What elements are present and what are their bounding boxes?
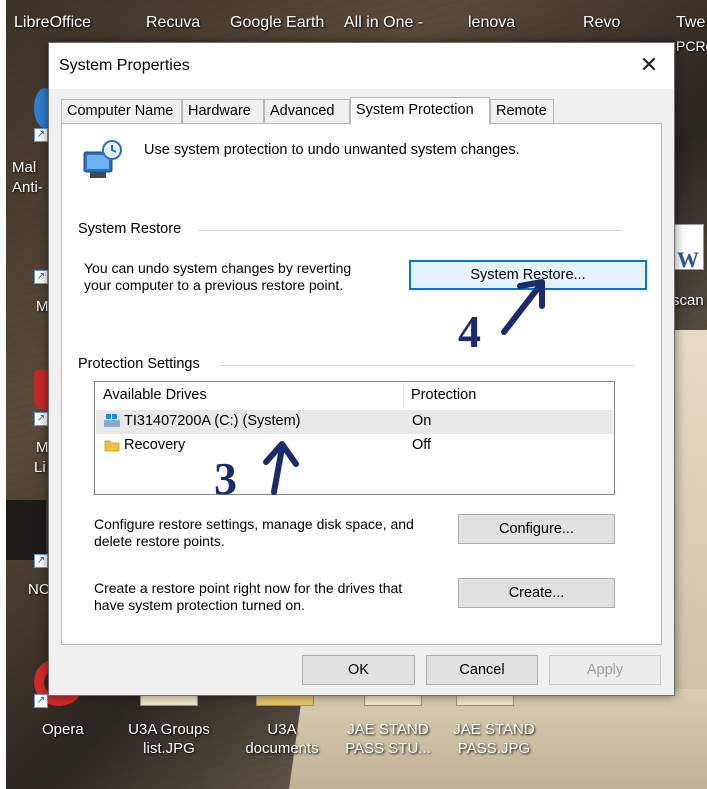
shortcut-arrow-icon: ↗ bbox=[34, 412, 48, 426]
cancel-button[interactable]: Cancel bbox=[426, 655, 538, 685]
protection-settings-group-header: Protection Settings bbox=[78, 356, 200, 372]
button-label: OK bbox=[348, 662, 369, 678]
description-line: have system protection turned on. bbox=[94, 597, 305, 613]
desktop-icon-recuva[interactable]: Recuva bbox=[146, 14, 200, 32]
tab-remote[interactable]: Remote bbox=[490, 99, 554, 123]
desktop-label-li: Li bbox=[34, 459, 46, 476]
ok-button[interactable]: OK bbox=[302, 655, 415, 685]
intro-text: Use system protection to undo unwanted s… bbox=[144, 142, 520, 158]
desktop-icon-twe[interactable]: Twe bbox=[676, 14, 705, 32]
description-line: delete restore points. bbox=[94, 533, 225, 549]
desktop-icon-label-line: list.JPG bbox=[143, 740, 195, 757]
desktop-label-mal: Mal bbox=[12, 159, 37, 176]
shortcut-arrow-icon: ↗ bbox=[34, 694, 48, 708]
configure-description: Configure restore settings, manage disk … bbox=[94, 516, 414, 550]
desktop-icon-label-line: PASS.JPG bbox=[457, 740, 531, 757]
desktop-icon-label-line: U3A Groups bbox=[128, 721, 210, 738]
column-header-protection[interactable]: Protection bbox=[411, 387, 476, 403]
shortcut-arrow-icon: ↗ bbox=[34, 128, 48, 142]
annotation-arrow-icon bbox=[501, 279, 545, 335]
desktop-icon-opera[interactable]: Opera bbox=[42, 720, 84, 739]
desktop-icon-label-line: PASS STU... bbox=[345, 740, 431, 757]
drive-protection-status: Off bbox=[412, 437, 432, 453]
button-label: Create... bbox=[508, 585, 565, 601]
desktop-icon-label-line: U3A bbox=[267, 721, 297, 738]
system-restore-group-header: System Restore bbox=[78, 221, 182, 237]
system-protection-panel: Use system protection to undo unwanted s… bbox=[61, 123, 662, 645]
title-bar[interactable]: System Properties ✕ bbox=[49, 43, 674, 89]
description-line: Create a restore point right now for the… bbox=[94, 580, 403, 596]
desktop-icon-pcre[interactable]: PCRe bbox=[676, 38, 707, 54]
apply-button[interactable]: Apply bbox=[549, 655, 661, 685]
system-restore-description: You can undo system changes by reverting… bbox=[84, 260, 351, 294]
create-button[interactable]: Create... bbox=[458, 578, 615, 608]
desktop-icon-u3a-documents[interactable]: U3A documents bbox=[236, 720, 328, 758]
desktop-icon-label-line: JAE STAND bbox=[347, 721, 429, 738]
dialog-title: System Properties bbox=[59, 57, 190, 74]
drive-row-recovery[interactable]: Recovery Off bbox=[96, 434, 613, 458]
button-label: Configure... bbox=[499, 521, 574, 537]
group-divider bbox=[220, 365, 634, 366]
desktop-label-anti: Anti- bbox=[12, 179, 43, 196]
group-divider bbox=[198, 230, 622, 231]
desktop-icon-u3a-groups[interactable]: U3A Groups list.JPG bbox=[124, 720, 214, 758]
drive-name: TI31407200A (C:) (System) bbox=[124, 413, 301, 429]
desktop-icon-lenova[interactable]: lenova bbox=[468, 14, 515, 32]
desktop-icon-all-in-one[interactable]: All in One - bbox=[344, 14, 423, 32]
button-label: Apply bbox=[586, 662, 624, 678]
desktop-label-nc: NC bbox=[28, 581, 50, 598]
button-label: Cancel bbox=[459, 662, 505, 678]
desktop-icon-libreoffice[interactable]: LibreOffice bbox=[14, 14, 91, 32]
system-protection-icon bbox=[83, 140, 122, 178]
tab-advanced[interactable]: Advanced bbox=[264, 99, 350, 123]
configure-button[interactable]: Configure... bbox=[458, 514, 615, 544]
annotation-arrow-icon bbox=[263, 441, 299, 495]
background-dark-area bbox=[6, 500, 46, 560]
desktop-icon-label-line: documents bbox=[245, 740, 319, 757]
drive-row-system[interactable]: TI31407200A (C:) (System) On bbox=[96, 410, 613, 434]
tab-computer-name[interactable]: Computer Name bbox=[61, 99, 182, 123]
shortcut-arrow-icon: ↗ bbox=[34, 270, 48, 284]
desktop-label-m2: M bbox=[36, 439, 49, 456]
column-header-drives[interactable]: Available Drives bbox=[103, 387, 207, 403]
desktop-icon-label-line: JAE STAND bbox=[453, 721, 535, 738]
description-line: your computer to a previous restore poin… bbox=[84, 277, 344, 293]
annotation-step-3: 3 bbox=[214, 453, 237, 504]
list-header: Available Drives Protection bbox=[95, 382, 614, 408]
tab-hardware[interactable]: Hardware bbox=[182, 99, 264, 123]
desktop-icon-jae-stand-pass[interactable]: JAE STAND PASS.JPG bbox=[446, 720, 542, 758]
tab-system-protection[interactable]: System Protection bbox=[350, 97, 490, 125]
drive-protection-status: On bbox=[412, 413, 432, 429]
description-line: You can undo system changes by reverting bbox=[84, 260, 352, 276]
windows-drive-icon bbox=[104, 414, 120, 427]
desktop-icon-jae-stand-stu[interactable]: JAE STAND PASS STU... bbox=[342, 720, 434, 758]
desktop-label-m1: M bbox=[36, 298, 49, 315]
shortcut-arrow-icon: ↗ bbox=[34, 554, 48, 568]
close-icon[interactable]: ✕ bbox=[636, 52, 662, 78]
description-line: Configure restore settings, manage disk … bbox=[94, 516, 414, 532]
folder-icon bbox=[104, 440, 120, 452]
system-properties-dialog: System Properties ✕ Computer Name Hardwa… bbox=[48, 42, 675, 696]
drive-name: Recovery bbox=[124, 437, 186, 453]
create-description: Create a restore point right now for the… bbox=[94, 580, 402, 614]
annotation-step-4: 4 bbox=[458, 306, 481, 357]
desktop-label-scan[interactable]: scan bbox=[672, 292, 704, 309]
word-document-icon[interactable]: W bbox=[674, 224, 704, 272]
desktop-icon-google-earth[interactable]: Google Earth bbox=[230, 14, 324, 32]
available-drives-list[interactable]: Available Drives Protection TI31407200A … bbox=[94, 381, 615, 495]
desktop-icon-revo[interactable]: Revo bbox=[583, 14, 620, 32]
column-separator bbox=[403, 382, 404, 408]
